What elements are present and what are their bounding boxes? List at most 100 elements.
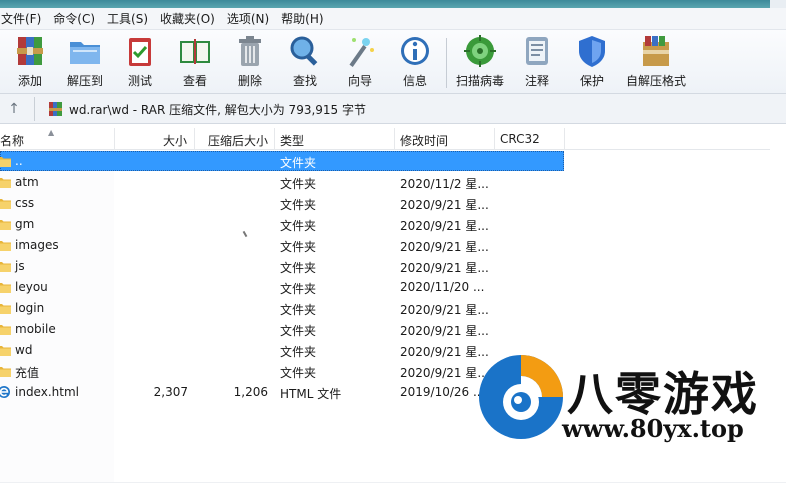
trash-icon	[239, 36, 261, 66]
file-name: index.html	[15, 385, 79, 399]
column-type[interactable]: 类型	[280, 132, 304, 149]
add-button[interactable]: 添加	[3, 34, 57, 92]
file-type: 文件夹	[280, 261, 317, 275]
table-row[interactable]: atm 文件夹 2020/11/2 星...	[0, 172, 786, 193]
column-name[interactable]: 名称	[0, 132, 24, 149]
table-row[interactable]: login 文件夹 2020/9/21 星...	[0, 298, 786, 319]
watermark-url: www.80yx.top	[562, 414, 744, 443]
column-crc[interactable]: CRC32	[500, 132, 540, 146]
wizard-button[interactable]: 向导	[333, 34, 387, 92]
parent-folder-row[interactable]: .. 文件夹	[0, 151, 786, 172]
info-button[interactable]: 信息	[388, 34, 442, 92]
file-name: gm	[15, 217, 35, 231]
file-name: atm	[15, 175, 39, 189]
path-text: wd.rar\wd - RAR 压缩文件, 解包大小为 793,915 字节	[69, 102, 366, 117]
file-modified: 2019/10/26 ...	[400, 385, 485, 399]
file-type: 文件夹	[280, 240, 317, 254]
rar-archive-icon	[49, 102, 62, 116]
folder-icon	[0, 304, 11, 314]
menu-bar: 文件(F) 命令(C) 工具(S) 收藏夹(O) 选项(N) 帮助(H)	[0, 8, 786, 30]
file-name: wd	[15, 343, 33, 357]
info-label: 信息	[402, 74, 427, 88]
column-divider	[494, 128, 495, 150]
folder-icon	[0, 346, 11, 356]
find-label: 查找	[292, 74, 317, 88]
magic-wand-icon	[349, 38, 374, 67]
file-type: 文件夹	[280, 324, 317, 338]
comment-label: 注释	[524, 74, 549, 88]
menu-file[interactable]: 文件(F)	[0, 10, 47, 27]
find-button[interactable]: 查找	[278, 34, 332, 92]
table-row[interactable]: js 文件夹 2020/9/21 星...	[0, 256, 786, 277]
address-bar: ↑ wd.rar\wd - RAR 压缩文件, 解包大小为 793,915 字节	[0, 94, 786, 124]
folder-icon	[0, 178, 11, 188]
sfx-button[interactable]: 自解压格式	[620, 34, 692, 92]
sfx-label: 自解压格式	[625, 74, 686, 88]
view-button[interactable]: 查看	[168, 34, 222, 92]
folder-icon	[0, 262, 11, 272]
folder-icon	[0, 199, 11, 209]
add-archive-icon	[17, 37, 43, 65]
file-modified: 2020/11/2 星...	[400, 177, 489, 191]
info-icon	[401, 37, 429, 65]
column-divider	[394, 128, 395, 150]
html-file-icon	[0, 386, 10, 398]
folder-icon	[0, 367, 11, 377]
file-name: js	[15, 259, 25, 273]
window-edge	[770, 0, 786, 8]
scan-virus-label: 扫描病毒	[455, 74, 504, 88]
column-packed[interactable]: 压缩后大小	[208, 132, 268, 149]
menu-options[interactable]: 选项(N)	[221, 10, 275, 27]
file-name: login	[15, 301, 45, 315]
add-label: 添加	[17, 74, 42, 88]
table-row[interactable]: gm 文件夹 2020/9/21 星...	[0, 214, 786, 235]
table-row[interactable]: images 文件夹 2020/9/21 星...	[0, 235, 786, 256]
file-packed-size: 1,206	[233, 385, 268, 399]
file-modified: 2020/9/21 星...	[400, 324, 489, 338]
folder-icon	[0, 241, 11, 251]
sfx-archive-icon	[643, 36, 669, 66]
protect-button[interactable]: 保护	[565, 34, 619, 92]
test-clipboard-icon	[129, 38, 151, 66]
folder-icon	[0, 157, 11, 167]
shield-icon	[579, 36, 605, 67]
magnifier-icon	[290, 36, 318, 66]
table-row[interactable]: css 文件夹 2020/9/21 星...	[0, 193, 786, 214]
menu-help[interactable]: 帮助(H)	[275, 10, 329, 27]
menu-favorites[interactable]: 收藏夹(O)	[154, 10, 221, 27]
delete-label: 删除	[237, 74, 262, 88]
file-name: 充值	[15, 366, 40, 380]
file-name: mobile	[15, 322, 56, 336]
delete-button[interactable]: 删除	[223, 34, 277, 92]
scan-virus-button[interactable]: 扫描病毒	[452, 34, 508, 92]
status-area	[0, 482, 786, 500]
extract-folder-icon	[70, 42, 100, 64]
test-label: 测试	[127, 74, 152, 88]
menu-tools[interactable]: 工具(S)	[101, 10, 154, 27]
window-title-strip	[0, 0, 786, 8]
column-divider	[114, 128, 115, 150]
file-type: 文件夹	[280, 198, 317, 212]
folder-icon	[0, 283, 11, 293]
view-book-icon	[180, 39, 210, 64]
path-field[interactable]: wd.rar\wd - RAR 压缩文件, 解包大小为 793,915 字节	[48, 97, 770, 121]
table-row[interactable]: mobile 文件夹 2020/9/21 星...	[0, 319, 786, 340]
test-button[interactable]: 测试	[113, 34, 167, 92]
toolbar-separator	[446, 38, 447, 88]
file-modified: 2020/9/21 星...	[400, 261, 489, 275]
extract-to-button[interactable]: 解压到	[58, 34, 112, 92]
column-modified[interactable]: 修改时间	[400, 132, 448, 149]
extract-to-label: 解压到	[66, 74, 103, 88]
menu-commands[interactable]: 命令(C)	[47, 10, 101, 27]
comment-button[interactable]: 注释	[510, 34, 564, 92]
virus-scan-icon	[464, 35, 496, 67]
column-size[interactable]: 大小	[163, 132, 187, 149]
file-type: 文件夹	[280, 366, 317, 380]
file-type: 文件夹	[280, 219, 317, 233]
table-row[interactable]: leyou 文件夹 2020/11/20 ...	[0, 277, 786, 298]
file-type: 文件夹	[280, 177, 317, 191]
file-size: 2,307	[153, 385, 188, 399]
file-modified: 2020/9/21 星...	[400, 240, 489, 254]
view-label: 查看	[182, 74, 207, 88]
up-arrow-icon[interactable]: ↑	[2, 98, 26, 120]
